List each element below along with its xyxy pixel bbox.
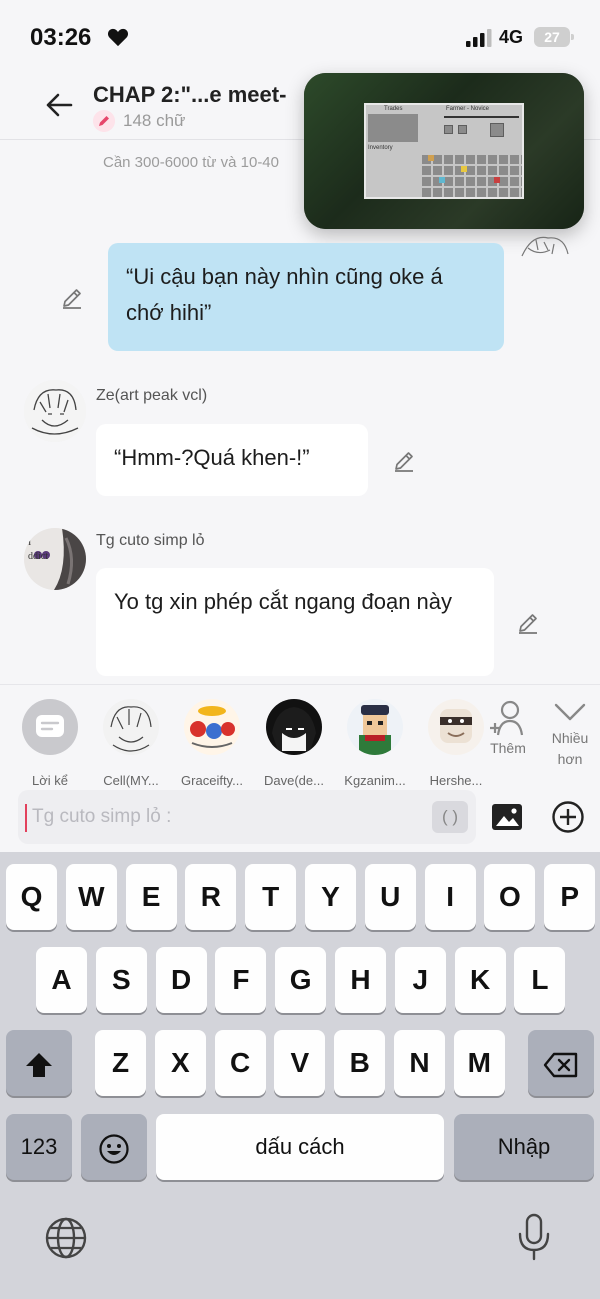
back-arrow-icon[interactable]: [44, 90, 74, 120]
globe-icon[interactable]: [44, 1216, 88, 1260]
return-key[interactable]: Nhập: [454, 1114, 594, 1180]
word-count-label: 148 chữ: [123, 111, 186, 130]
status-time: 03:26: [30, 24, 92, 51]
chat-story-editor-screen: 03:26 4G 27 CHAP 2:"...e meet- 148 chữ C…: [0, 0, 600, 1299]
key-l[interactable]: L: [514, 947, 566, 1013]
message-input[interactable]: Tg cuto simp lỏ : ( ): [18, 790, 476, 844]
key-m[interactable]: M: [453, 1030, 505, 1096]
character-avatar: [266, 699, 322, 755]
network-type: 4G: [499, 27, 524, 47]
image-icon[interactable]: [490, 800, 524, 834]
character-cell[interactable]: Cell(MY...: [91, 699, 171, 788]
add-label: Thêm: [490, 740, 526, 756]
character-avatar: [103, 699, 159, 755]
key-x[interactable]: X: [154, 1030, 206, 1096]
inventory-label: Inventory: [368, 145, 393, 151]
sender-name-tg-cuto: Tg cuto simp lỏ: [96, 532, 205, 549]
character-avatar: [347, 699, 403, 755]
character-selector: Lời kể Cell(MY... Graceifty... Dave(de..…: [0, 684, 600, 788]
key-r[interactable]: R: [185, 864, 237, 930]
key-t[interactable]: T: [245, 864, 297, 930]
avatar-text: I ddict: [28, 537, 48, 562]
more-label: Nhiều hơn: [551, 730, 589, 767]
edit-message-2-icon[interactable]: [392, 449, 416, 473]
heart-icon: [107, 28, 129, 47]
add-character-button[interactable]: Thêm: [478, 697, 538, 756]
status-bar: 03:26 4G 27: [0, 0, 600, 70]
villager-label: Farmer - Novice: [446, 106, 490, 112]
key-j[interactable]: J: [394, 947, 446, 1013]
chevron-down-icon: [554, 703, 586, 721]
signal-icon: [466, 29, 492, 47]
space-key[interactable]: dấu cách: [156, 1114, 444, 1180]
character-kgzanim[interactable]: Kgzanim...: [335, 699, 415, 788]
length-hint: Cần 300-6000 từ và 10-40: [103, 154, 279, 171]
pencil-icon: [93, 110, 115, 132]
key-n[interactable]: N: [394, 1030, 445, 1096]
parenthesis-button[interactable]: ( ): [432, 801, 468, 833]
key-u[interactable]: U: [364, 864, 416, 930]
key-d[interactable]: D: [155, 947, 207, 1013]
input-placeholder: Tg cuto simp lỏ :: [32, 806, 172, 827]
character-graceifty[interactable]: Graceifty...: [172, 699, 252, 788]
key-z[interactable]: Z: [95, 1030, 146, 1096]
key-y[interactable]: Y: [305, 864, 356, 930]
key-k[interactable]: K: [454, 947, 506, 1013]
emoji-icon: [99, 1134, 129, 1164]
emoji-key[interactable]: [81, 1114, 147, 1180]
numbers-key[interactable]: 123: [6, 1114, 72, 1180]
key-g[interactable]: G: [275, 947, 327, 1013]
key-b[interactable]: B: [334, 1030, 386, 1096]
plus-circle-icon[interactable]: [551, 800, 585, 834]
picture-in-picture-video[interactable]: Trades Farmer - Novice Inventory 16: [304, 73, 584, 229]
composer: Tg cuto simp lỏ : ( ): [0, 782, 600, 852]
key-v[interactable]: V: [274, 1030, 326, 1096]
more-characters-button[interactable]: Nhiều hơn: [540, 697, 600, 770]
message-bubble-1[interactable]: “Ui cậu bạn này nhìn cũng oke á chớ hihi…: [108, 243, 504, 351]
key-f[interactable]: F: [215, 947, 267, 1013]
edit-message-3-icon[interactable]: [516, 611, 540, 635]
message-bubble-3[interactable]: Yo tg xin phép cắt ngang đoạn này: [96, 568, 494, 676]
key-c[interactable]: C: [214, 1030, 266, 1096]
onscreen-keyboard: QWERTYUIOP ASDFGHJKL ZXCVBNM 123 dấu các…: [0, 852, 600, 1299]
chapter-title[interactable]: CHAP 2:"...e meet-: [93, 82, 286, 108]
avatar-tg-cuto[interactable]: I ddict: [24, 528, 86, 590]
trade-panel: Trades Farmer - Novice Inventory 16: [364, 103, 524, 199]
key-h[interactable]: H: [335, 947, 386, 1013]
shift-key[interactable]: [6, 1030, 72, 1096]
add-person-icon: [490, 700, 524, 736]
key-i[interactable]: I: [424, 864, 476, 930]
backspace-icon: [543, 1052, 578, 1077]
narration-icon: [22, 699, 78, 755]
character-narration[interactable]: Lời kể: [10, 699, 90, 788]
character-sketch-icon: [521, 236, 569, 257]
trades-label: Trades: [384, 106, 403, 112]
key-s[interactable]: S: [95, 947, 147, 1013]
sender-name-ze: Ze(art peak vcl): [96, 387, 208, 404]
sketch-avatar-icon: [24, 380, 86, 442]
key-a[interactable]: A: [36, 947, 87, 1013]
backspace-key[interactable]: [528, 1030, 594, 1096]
key-p[interactable]: P: [544, 864, 596, 930]
key-w[interactable]: W: [65, 864, 117, 930]
key-e[interactable]: E: [125, 864, 177, 930]
shift-arrow-icon: [26, 1052, 52, 1077]
key-o[interactable]: O: [484, 864, 536, 930]
character-avatar: [184, 699, 240, 755]
avatar-ze[interactable]: [24, 380, 86, 442]
battery-icon: 27: [534, 27, 574, 47]
microphone-icon[interactable]: [516, 1212, 552, 1262]
message-bubble-2[interactable]: “Hmm-?Quá khen-!”: [96, 424, 368, 496]
text-cursor: [25, 804, 27, 832]
character-avatar: [428, 699, 484, 755]
key-q[interactable]: Q: [6, 864, 57, 930]
edit-message-1-icon[interactable]: [60, 286, 84, 310]
character-dave[interactable]: Dave(de...: [254, 699, 334, 788]
